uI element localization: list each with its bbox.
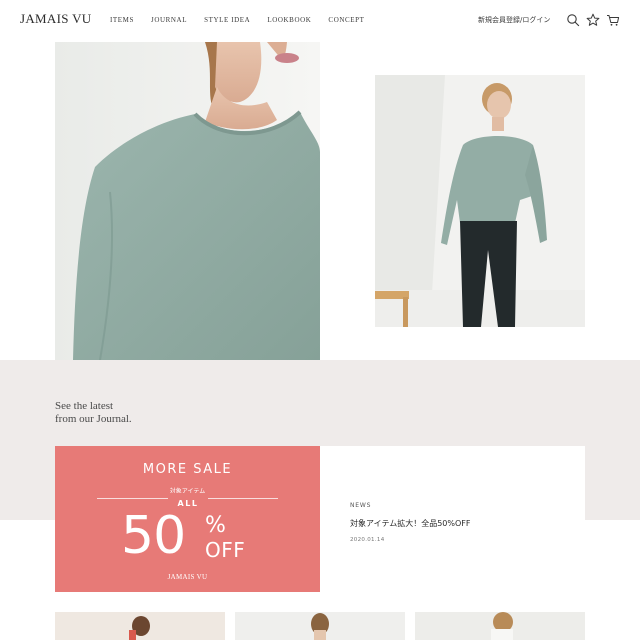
journal-heading: See the latest from our Journal. [55, 400, 132, 426]
star-icon[interactable] [586, 13, 600, 27]
news-category: NEWS [350, 502, 372, 509]
hero-photo-full-body[interactable] [375, 75, 585, 327]
site-header: JAMAIS VU ITEMS JOURNAL STYLE IDEA LOOKB… [0, 0, 640, 42]
nav-concept[interactable]: CONCEPT [328, 16, 364, 24]
sale-all-wrap: ALL [168, 493, 208, 508]
news-date: 2020.01.14 [350, 537, 385, 543]
sale-brand-logo: JAMAIS VU [167, 573, 208, 581]
nav-journal[interactable]: JOURNAL [151, 16, 187, 24]
sale-banner[interactable]: MORE SALE 対象アイテム ALL 50 % OFF JAMAIS VU [55, 446, 320, 592]
site-logo[interactable]: JAMAIS VU [20, 11, 91, 27]
search-icon[interactable] [566, 13, 580, 27]
nav-style-idea[interactable]: STYLE IDEA [204, 16, 250, 24]
nav-lookbook[interactable]: LOOKBOOK [267, 16, 311, 24]
sale-title: MORE SALE [142, 462, 233, 477]
hero-photo-closeup[interactable] [55, 42, 320, 360]
journal-thumbnail[interactable] [235, 612, 405, 640]
journal-card[interactable]: MORE SALE 対象アイテム ALL 50 % OFF JAMAIS VU … [55, 446, 585, 592]
news-title[interactable]: 対象アイテム拡大！全品50%OFF [350, 518, 470, 529]
sale-percentage-number: 50 [121, 506, 186, 566]
journal-thumbnail[interactable] [415, 612, 585, 640]
journal-heading-line2: from our Journal. [55, 413, 132, 425]
sale-percent-sign: % [205, 513, 226, 538]
nav-items[interactable]: ITEMS [110, 16, 134, 24]
member-login-link[interactable]: 新規会員登録/ログイン [478, 15, 550, 25]
main-nav: ITEMS JOURNAL STYLE IDEA LOOKBOOK CONCEP… [110, 16, 382, 24]
journal-heading-line1: See the latest [55, 400, 114, 412]
cart-icon[interactable] [606, 13, 620, 27]
sale-off-label: OFF [205, 538, 246, 562]
journal-thumbnail[interactable] [55, 612, 225, 640]
